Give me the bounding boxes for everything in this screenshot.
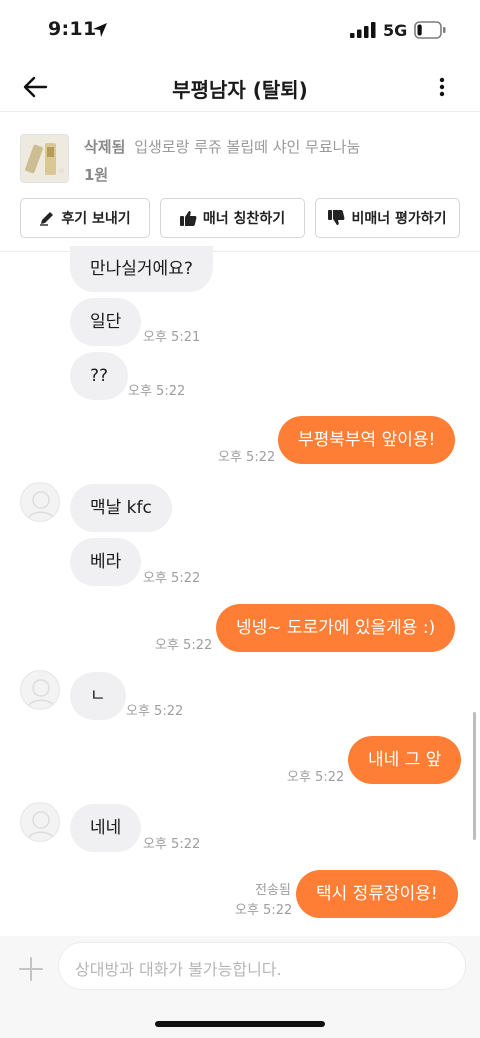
thumbs-up-icon: [179, 211, 197, 226]
sent-message[interactable]: 택시 정류장이용!: [296, 870, 458, 918]
network-type: 5G: [383, 21, 408, 40]
send-review-label: 후기 보내기: [61, 211, 131, 227]
message-time: 오후 5:22: [218, 450, 276, 465]
rate-bad-manner-button[interactable]: 비매너 평가하기: [315, 198, 460, 238]
chat-header: 부평남자 (탈퇴): [0, 64, 480, 112]
avatar[interactable]: [20, 802, 60, 842]
received-message[interactable]: 네네: [70, 804, 142, 852]
delivery-status: 전송됨: [255, 883, 291, 898]
sent-message[interactable]: 부평북부역 앞이용!: [278, 416, 456, 464]
product-thumbnail: [20, 134, 69, 183]
plus-icon[interactable]: [18, 956, 44, 982]
battery-icon: [414, 21, 446, 39]
received-message[interactable]: 일단: [70, 298, 142, 346]
sent-message[interactable]: 넹넹~ 도로가에 있을게용 :): [216, 604, 456, 652]
deleted-badge: 삭제됨: [84, 138, 126, 156]
home-indicator[interactable]: [155, 1021, 325, 1027]
message-time: 오후 5:22: [235, 903, 293, 918]
received-message[interactable]: 베라: [70, 538, 142, 586]
product-title: 입생로랑 루쥬 볼립떼 샤인 무료나눔: [134, 138, 361, 156]
received-message[interactable]: ㄴ: [70, 672, 126, 720]
send-review-button[interactable]: 후기 보내기: [20, 198, 150, 238]
received-message[interactable]: 맥날 kfc: [70, 484, 172, 532]
rate-bad-manner-label: 비매너 평가하기: [351, 211, 447, 227]
message-input[interactable]: 상대방과 대화가 불가능합니다.: [58, 942, 466, 990]
review-actions: 후기 보내기 매너 칭찬하기 비매너 평가하기: [20, 198, 460, 238]
message-time: 오후 5:22: [128, 384, 186, 399]
message-time: 오후 5:22: [287, 770, 345, 785]
status-time: 9:11: [48, 18, 97, 40]
product-price: 1원: [84, 166, 109, 184]
received-message[interactable]: 만나실거에요?: [70, 246, 213, 292]
message-time: 오후 5:22: [126, 704, 184, 719]
sent-message[interactable]: 내네 그 앞: [348, 736, 462, 784]
location-arrow-icon: [93, 23, 107, 37]
pencil-icon: [40, 212, 54, 226]
received-message[interactable]: ??: [70, 352, 129, 400]
message-time: 오후 5:22: [143, 571, 201, 586]
scrollbar[interactable]: [473, 712, 476, 840]
chat-title: 부평남자 (탈퇴): [172, 78, 308, 102]
message-time: 오후 5:21: [143, 330, 201, 345]
product-title-line: 삭제됨 입생로랑 루쥬 볼립떼 샤인 무료나눔: [84, 136, 360, 157]
message-time: 오후 5:22: [143, 837, 201, 852]
avatar[interactable]: [20, 482, 60, 522]
praise-manner-button[interactable]: 매너 칭찬하기: [160, 198, 305, 238]
vertical-dots-icon[interactable]: [430, 72, 454, 102]
thumbs-down-icon: [328, 210, 345, 225]
status-bar: 9:11 5G: [0, 0, 480, 64]
avatar[interactable]: [20, 670, 60, 710]
praise-manner-label: 매너 칭찬하기: [202, 211, 286, 227]
message-time: 오후 5:22: [155, 638, 213, 653]
signal-icon: [350, 22, 376, 38]
message-input-placeholder: 상대방과 대화가 불가능합니다.: [75, 960, 282, 979]
product-summary[interactable]: 삭제됨 입생로랑 루쥬 볼립떼 샤인 무료나눔 1원 후기 보내기 매너 칭찬하…: [0, 112, 480, 252]
